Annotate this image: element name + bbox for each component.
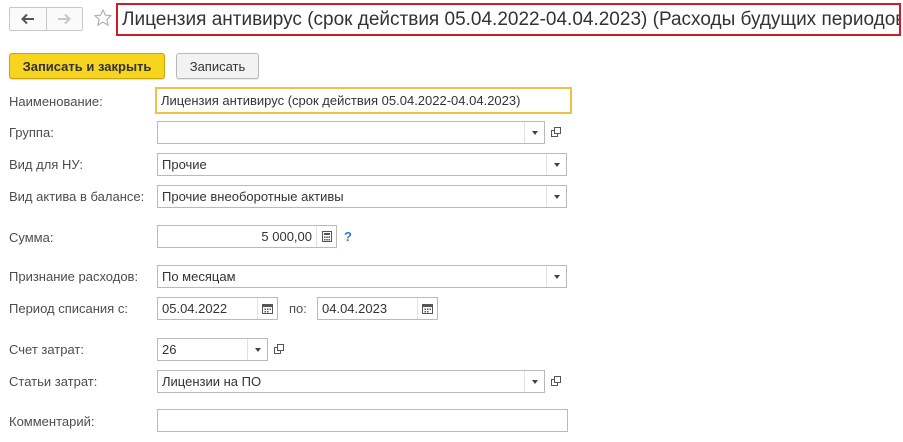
- comment-field[interactable]: [157, 409, 568, 432]
- cost-account-dropdown-button[interactable]: [247, 339, 267, 360]
- comment-label: Комментарий:: [9, 414, 95, 429]
- open-form-icon: [274, 344, 284, 354]
- calendar-icon: [422, 304, 433, 314]
- chevron-down-icon: [553, 194, 560, 199]
- cost-account-label: Счет затрат:: [9, 342, 84, 357]
- open-form-icon: [551, 127, 561, 137]
- recognition-field[interactable]: По месяцам: [157, 265, 567, 288]
- name-label: Наименование:: [9, 94, 103, 109]
- comment-value: [158, 410, 567, 431]
- period-to-label: по:: [289, 301, 307, 316]
- chevron-down-icon: [531, 130, 538, 135]
- arrow-right-icon: [58, 13, 72, 25]
- cost-items-field[interactable]: Лицензии на ПО: [157, 370, 545, 393]
- cost-items-dropdown-button[interactable]: [524, 371, 544, 392]
- tax-type-value: Прочие: [162, 157, 207, 172]
- recognition-dropdown-button[interactable]: [546, 266, 566, 287]
- chevron-down-icon: [553, 162, 560, 167]
- period-label: Период списания с:: [9, 301, 128, 316]
- period-from-field[interactable]: 05.04.2022: [157, 297, 278, 320]
- period-from-value: 05.04.2022: [162, 301, 228, 316]
- group-field[interactable]: [157, 121, 545, 144]
- balance-type-dropdown-button[interactable]: [546, 186, 566, 207]
- star-icon[interactable]: [93, 8, 113, 28]
- chevron-down-icon: [531, 379, 538, 384]
- group-open-button[interactable]: [547, 121, 566, 144]
- chevron-down-icon: [553, 274, 560, 279]
- name-field[interactable]: Лицензия антивирус (срок действия 05.04.…: [155, 87, 572, 114]
- arrow-left-icon: [21, 13, 34, 25]
- calculator-icon: [321, 231, 332, 242]
- period-to-value: 04.04.2023: [322, 301, 388, 316]
- balance-type-field[interactable]: Прочие внеоборотные активы: [157, 185, 567, 208]
- tax-type-dropdown-button[interactable]: [546, 154, 566, 175]
- cost-account-field[interactable]: 26: [157, 338, 268, 361]
- name-value: Лицензия антивирус (срок действия 05.04.…: [161, 93, 521, 108]
- chevron-down-icon: [254, 347, 261, 352]
- tax-type-label: Вид для НУ:: [9, 157, 83, 172]
- cost-items-label: Статьи затрат:: [9, 374, 98, 389]
- group-label: Группа:: [9, 125, 54, 140]
- balance-type-value: Прочие внеоборотные активы: [162, 189, 344, 204]
- period-from-calendar-button[interactable]: [257, 298, 277, 319]
- cost-items-open-button[interactable]: [547, 370, 566, 393]
- navigation-buttons: [9, 7, 83, 31]
- period-to-calendar-button[interactable]: [417, 298, 437, 319]
- page-title: Лицензия антивирус (срок действия 05.04.…: [122, 8, 901, 30]
- group-dropdown-button[interactable]: [524, 122, 544, 143]
- recognition-label: Признание расходов:: [9, 269, 139, 284]
- forward-button[interactable]: [45, 8, 82, 30]
- save-and-close-button[interactable]: Записать и закрыть: [9, 53, 165, 79]
- back-button[interactable]: [10, 8, 46, 30]
- cost-account-value: 26: [162, 342, 177, 357]
- cost-items-value: Лицензии на ПО: [162, 374, 262, 389]
- amount-label: Сумма:: [9, 230, 54, 245]
- group-value: [158, 122, 524, 143]
- calendar-icon: [262, 304, 273, 314]
- calculator-button[interactable]: [316, 226, 336, 247]
- help-link[interactable]: ?: [344, 229, 352, 244]
- amount-field[interactable]: 5 000,00: [157, 225, 337, 248]
- amount-value: 5 000,00: [261, 229, 312, 244]
- tax-type-field[interactable]: Прочие: [157, 153, 567, 176]
- period-to-field[interactable]: 04.04.2023: [317, 297, 438, 320]
- save-button[interactable]: Записать: [176, 53, 259, 79]
- cost-account-open-button[interactable]: [270, 338, 289, 361]
- balance-type-label: Вид актива в балансе:: [9, 189, 145, 204]
- window-title: Лицензия антивирус (срок действия 05.04.…: [116, 3, 901, 36]
- open-form-icon: [551, 376, 561, 386]
- recognition-value: По месяцам: [162, 269, 236, 284]
